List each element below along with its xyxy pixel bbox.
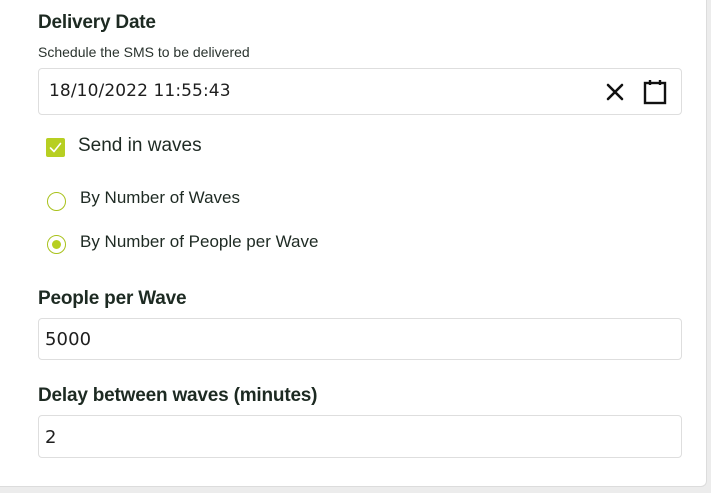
close-icon[interactable] xyxy=(603,80,627,104)
radio-by-number-of-waves[interactable] xyxy=(47,192,66,211)
delay-between-waves-title: Delay between waves (minutes) xyxy=(38,385,318,406)
delivery-date-title: Delivery Date xyxy=(38,12,156,33)
radio-label-by-people-per-wave[interactable]: By Number of People per Wave xyxy=(80,232,318,252)
radio-selected-dot xyxy=(51,239,61,249)
send-in-waves-label[interactable]: Send in waves xyxy=(78,135,202,157)
delivery-date-subtitle: Schedule the SMS to be delivered xyxy=(38,44,250,60)
radio-by-people-per-wave[interactable] xyxy=(47,235,66,254)
delivery-datetime-value[interactable]: 18/10/2022 11:55:43 xyxy=(49,81,231,101)
checkmark-icon xyxy=(49,142,62,153)
calendar-icon[interactable] xyxy=(643,79,667,105)
people-per-wave-value[interactable]: 5000 xyxy=(45,329,91,350)
send-in-waves-checkbox[interactable] xyxy=(46,138,65,157)
delivery-settings-panel: Delivery Date Schedule the SMS to be del… xyxy=(0,0,707,487)
people-per-wave-input[interactable]: 5000 xyxy=(38,318,682,360)
radio-label-by-number-of-waves[interactable]: By Number of Waves xyxy=(80,188,240,208)
delay-between-waves-value[interactable]: 2 xyxy=(45,427,57,448)
delivery-datetime-field[interactable]: 18/10/2022 11:55:43 xyxy=(38,68,682,115)
delay-between-waves-input[interactable]: 2 xyxy=(38,415,682,458)
people-per-wave-title: People per Wave xyxy=(38,288,187,309)
